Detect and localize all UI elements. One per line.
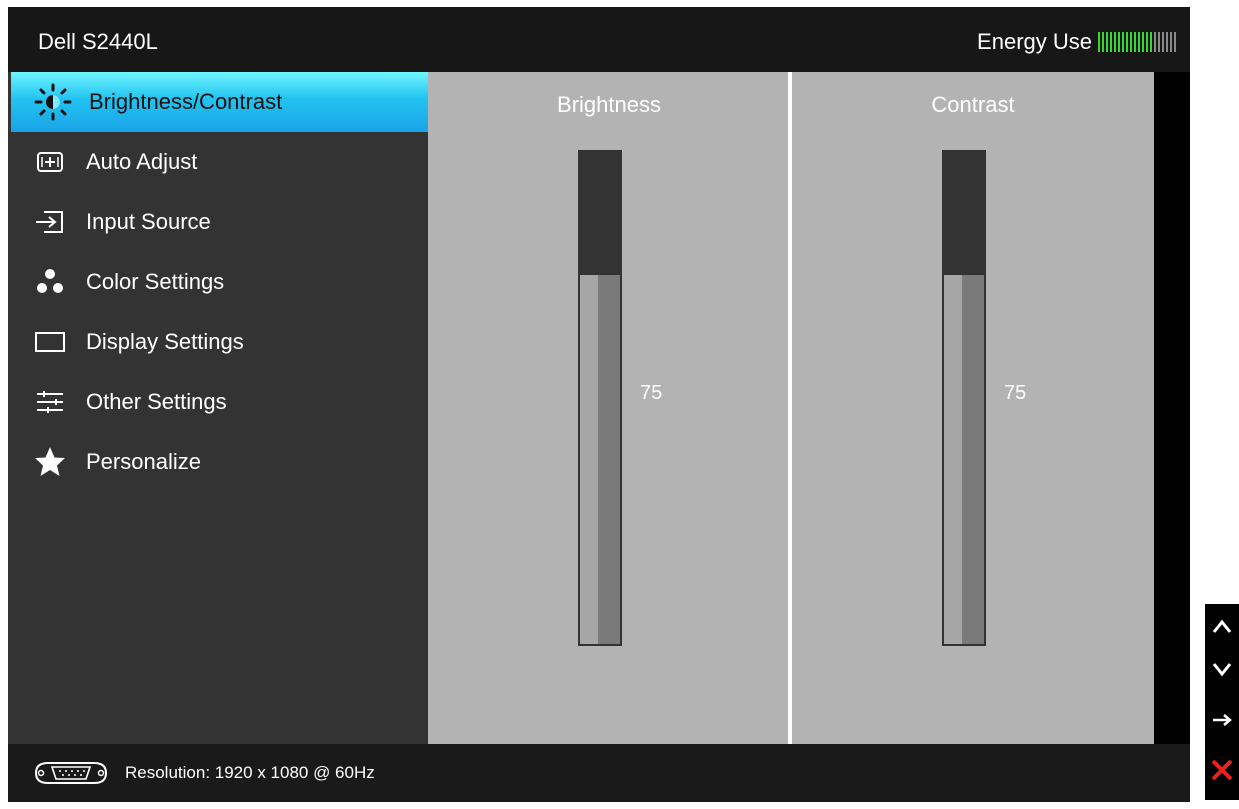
energy-segment — [1146, 32, 1148, 52]
menu-item-label: Other Settings — [86, 389, 227, 414]
monitor-button-guide — [1205, 604, 1239, 800]
up-arrow-icon — [1210, 616, 1234, 641]
energy-segment — [1126, 32, 1128, 52]
energy-segment — [1158, 32, 1160, 52]
energy-segment — [1142, 32, 1144, 52]
input-source-icon — [30, 202, 70, 242]
energy-use-bar — [1098, 32, 1178, 52]
energy-segment — [1122, 32, 1124, 52]
auto-adjust-icon — [30, 142, 70, 182]
energy-segment — [1134, 32, 1136, 52]
energy-use-label: Energy Use — [977, 29, 1092, 54]
contrast-slider-fill — [944, 275, 984, 644]
color-settings-icon — [30, 262, 70, 302]
energy-segment — [1130, 32, 1132, 52]
exit-x-icon — [1209, 757, 1235, 788]
menu-item-label: Display Settings — [86, 329, 244, 354]
enter-arrow-icon — [1210, 710, 1234, 735]
display-settings-icon — [30, 322, 70, 362]
brightness-value: 75 — [640, 382, 663, 404]
osd-menu: Dell S2440L Energy Use Brightness/Contra… — [8, 7, 1190, 802]
up-button[interactable] — [1205, 606, 1239, 650]
brightness-slider-fill — [580, 275, 620, 644]
menu-item-display-settings[interactable]: Display Settings — [8, 312, 428, 372]
brightness-title: Brightness — [557, 92, 661, 117]
energy-segment — [1118, 32, 1120, 52]
energy-segment — [1170, 32, 1172, 52]
energy-segment — [1166, 32, 1168, 52]
energy-segment — [1174, 32, 1176, 52]
energy-use-meter: Energy Use — [977, 29, 1178, 55]
osd-header: Dell S2440L Energy Use — [8, 7, 1190, 72]
menu-item-personalize[interactable]: Personalize — [8, 432, 428, 492]
menu-item-label: Input Source — [86, 209, 211, 234]
vga-connector-icon — [30, 760, 112, 791]
menu-item-color-settings[interactable]: Color Settings — [8, 252, 428, 312]
menu-item-brightness-contrast[interactable]: Brightness/Contrast — [11, 72, 428, 132]
down-button[interactable] — [1205, 650, 1239, 694]
energy-segment — [1098, 32, 1100, 52]
other-settings-icon — [30, 382, 70, 422]
enter-button[interactable] — [1205, 700, 1239, 744]
energy-segment — [1110, 32, 1112, 52]
contrast-value: 75 — [1004, 382, 1027, 404]
energy-segment — [1154, 32, 1156, 52]
energy-segment — [1114, 32, 1116, 52]
resolution-text: Resolution: 1920 x 1080 @ 60Hz — [125, 763, 375, 782]
exit-button[interactable] — [1205, 750, 1239, 794]
contrast-panel: Contrast 75 — [792, 72, 1154, 744]
down-arrow-icon — [1210, 660, 1234, 685]
energy-segment — [1102, 32, 1104, 52]
energy-segment — [1150, 32, 1152, 52]
energy-segment — [1138, 32, 1140, 52]
contrast-title: Contrast — [931, 92, 1015, 117]
star-icon — [30, 442, 70, 482]
brightness-slider[interactable] — [578, 150, 622, 646]
energy-segment — [1106, 32, 1108, 52]
menu-item-other-settings[interactable]: Other Settings — [8, 372, 428, 432]
menu-item-input-source[interactable]: Input Source — [8, 192, 428, 252]
menu-item-label: Color Settings — [86, 269, 225, 294]
menu-item-label: Personalize — [86, 449, 201, 474]
energy-segment — [1162, 32, 1164, 52]
menu-item-label: Auto Adjust — [86, 149, 198, 174]
menu-item-label: Brightness/Contrast — [89, 89, 283, 114]
osd-footer: Resolution: 1920 x 1080 @ 60Hz — [8, 744, 1190, 802]
brightness-icon — [33, 82, 73, 122]
menu-item-auto-adjust[interactable]: Auto Adjust — [8, 132, 428, 192]
monitor-model: Dell S2440L — [38, 29, 158, 54]
osd-sidebar-menu: Brightness/Contrast Auto Adjust Input So… — [8, 72, 428, 744]
contrast-slider[interactable] — [942, 150, 986, 646]
brightness-panel: Brightness 75 — [428, 72, 790, 744]
